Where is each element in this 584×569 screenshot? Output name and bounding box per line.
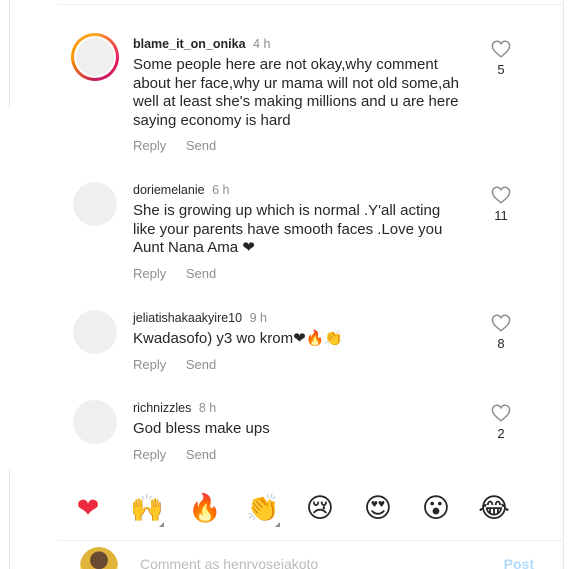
divider bbox=[58, 4, 564, 5]
comment-text: Some people here are not okay,why commen… bbox=[133, 56, 459, 129]
heart-icon[interactable] bbox=[491, 314, 511, 332]
surprised-face-emoji-icon[interactable]: 😮 bbox=[420, 493, 452, 525]
raising-hands-glyph: 🙌 bbox=[130, 493, 164, 524]
reply-button[interactable]: Reply bbox=[133, 266, 166, 281]
like-count: 11 bbox=[494, 208, 508, 223]
comments-panel: blame_it_on_onika 4 h Some people here a… bbox=[58, 0, 564, 569]
send-button[interactable]: Send bbox=[186, 266, 216, 281]
avatar[interactable] bbox=[73, 400, 117, 444]
current-user-avatar bbox=[80, 547, 118, 569]
skin-tone-indicator bbox=[159, 522, 164, 527]
like-control: 5 bbox=[488, 36, 514, 77]
comment-time: 6 h bbox=[212, 183, 230, 197]
red-heart-emoji-icon[interactable]: ❤ bbox=[72, 493, 104, 525]
comment-time: 4 h bbox=[253, 37, 271, 51]
comment-text: God bless make ups bbox=[133, 420, 270, 437]
avatar[interactable] bbox=[73, 310, 117, 354]
like-control: 2 bbox=[488, 400, 514, 441]
heart-icon[interactable] bbox=[491, 40, 511, 58]
avatar[interactable] bbox=[73, 182, 117, 226]
heart-icon[interactable] bbox=[491, 186, 511, 204]
reply-button[interactable]: Reply bbox=[133, 447, 166, 462]
send-button[interactable]: Send bbox=[186, 357, 216, 372]
comment-username[interactable]: richnizzles bbox=[133, 401, 191, 415]
comment-username[interactable]: jeliatishakaakyire10 bbox=[133, 311, 242, 325]
fire-emoji-icon[interactable]: 🔥 bbox=[188, 493, 222, 525]
raising-hands-emoji-icon[interactable]: 🙌 bbox=[130, 493, 164, 527]
reply-button[interactable]: Reply bbox=[133, 357, 166, 372]
comment-username[interactable]: blame_it_on_onika bbox=[133, 37, 246, 51]
emoji-reaction-bar: ❤ 🙌 🔥 👏 😢 😍 😮 😂 bbox=[58, 487, 564, 531]
clapping-hands-glyph: 👏 bbox=[246, 493, 280, 524]
comment-text: She is growing up which is normal .Y'all… bbox=[133, 202, 443, 256]
like-count: 5 bbox=[497, 62, 505, 77]
reply-button[interactable]: Reply bbox=[133, 138, 166, 153]
like-count: 8 bbox=[497, 336, 505, 351]
like-control: 11 bbox=[488, 182, 514, 223]
like-count: 2 bbox=[497, 426, 505, 441]
tears-of-joy-emoji-icon[interactable]: 😂 bbox=[478, 493, 510, 525]
like-control: 8 bbox=[488, 310, 514, 351]
avatar[interactable] bbox=[71, 33, 119, 81]
send-button[interactable]: Send bbox=[186, 138, 216, 153]
comment-time: 8 h bbox=[198, 401, 217, 415]
comment-text: Kwadasofo) y3 wo krom❤🔥👏 bbox=[133, 330, 343, 347]
clapping-hands-emoji-icon[interactable]: 👏 bbox=[246, 493, 280, 527]
comment-input[interactable]: Comment as henryosejakoto bbox=[140, 556, 318, 569]
heart-eyes-emoji-icon[interactable]: 😍 bbox=[362, 493, 394, 525]
post-button[interactable]: Post bbox=[504, 556, 534, 569]
skin-tone-indicator bbox=[275, 522, 280, 527]
comment-composer: Comment as henryosejakoto Post bbox=[58, 540, 564, 569]
comment-username[interactable]: doriemelanie bbox=[133, 183, 205, 197]
heart-icon[interactable] bbox=[491, 404, 511, 422]
send-button[interactable]: Send bbox=[186, 447, 216, 462]
comment-time: 9 h bbox=[249, 311, 267, 325]
page-edge bbox=[0, 470, 10, 569]
page-edge bbox=[0, 0, 10, 108]
crying-face-emoji-icon[interactable]: 😢 bbox=[304, 493, 336, 525]
